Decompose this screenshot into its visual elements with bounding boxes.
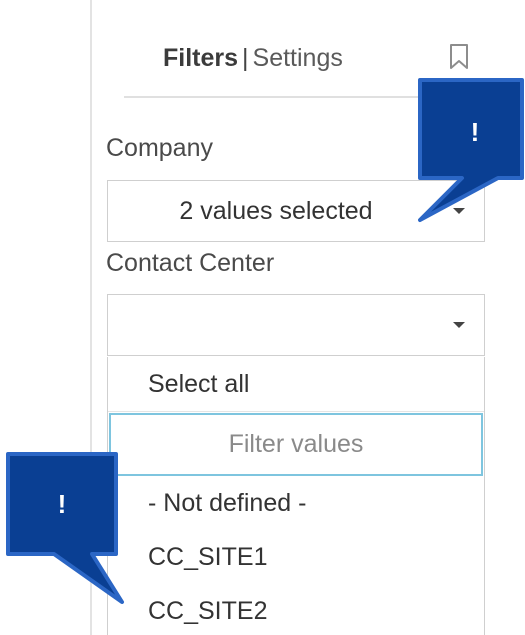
tab-settings[interactable]: Settings <box>253 44 343 72</box>
exclamation-callout-icon <box>6 452 124 604</box>
filter-values-input[interactable] <box>109 413 483 476</box>
callout-exclamation: ! <box>470 117 480 147</box>
option-cc-site2[interactable]: CC_SITE2 <box>148 591 267 631</box>
contact-center-selected-value <box>108 295 444 355</box>
select-all-option[interactable]: Select all <box>108 357 484 412</box>
callout-exclamation: ! <box>57 489 67 519</box>
company-selected-value: 2 values selected <box>179 197 373 225</box>
bookmark-icon[interactable] <box>448 43 470 71</box>
chevron-down-icon <box>453 322 465 328</box>
contact-center-label: Contact Center <box>106 249 275 277</box>
contact-center-select[interactable] <box>107 294 485 356</box>
tab-filters[interactable]: Filters <box>163 44 238 72</box>
panel-header-tabs: Filters | Settings <box>163 40 343 76</box>
company-label: Company <box>106 134 213 162</box>
contact-center-dropdown: Select all - Not defined - CC_SITE1 CC_S… <box>107 357 485 635</box>
option-cc-site1[interactable]: CC_SITE1 <box>148 537 267 577</box>
exclamation-callout-icon <box>418 78 524 222</box>
tab-separator: | <box>242 44 249 72</box>
option-not-defined[interactable]: - Not defined - <box>148 483 306 523</box>
